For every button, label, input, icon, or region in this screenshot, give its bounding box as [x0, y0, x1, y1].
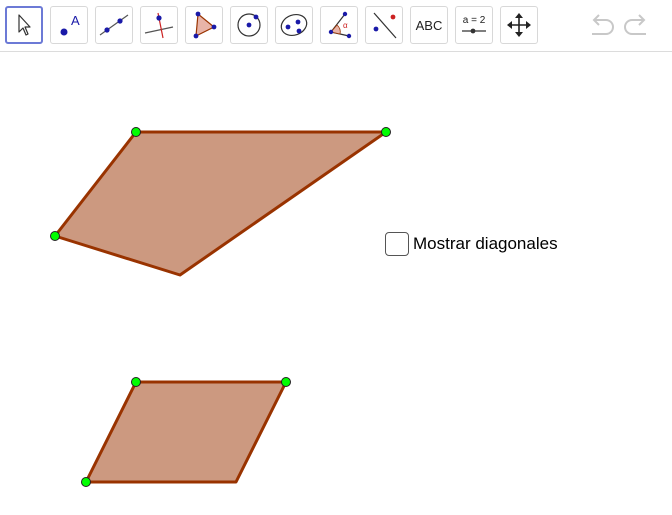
point-icon: A — [60, 13, 80, 36]
redo-icon — [624, 14, 646, 35]
text-tool-label: ABC — [415, 17, 443, 33]
vertex-point[interactable] — [131, 127, 141, 137]
angle-tool-button[interactable]: α — [320, 6, 358, 44]
checkbox-box[interactable] — [385, 232, 409, 256]
slider-icon: a = 2 — [461, 16, 487, 34]
checkbox-label: Mostrar diagonales — [413, 234, 558, 253]
move-arrows-icon — [507, 13, 531, 37]
text-tool-button[interactable]: ABC — [410, 6, 448, 44]
line-through-points-icon — [99, 14, 129, 36]
angle-icon: α — [328, 11, 352, 39]
circle-center-point-icon — [237, 13, 261, 37]
polygon-icon — [193, 11, 217, 39]
undo-button[interactable] — [586, 12, 616, 38]
slider-tool-label: a = 2 — [462, 15, 486, 26]
slider-tool-button[interactable]: a = 2 — [455, 6, 493, 44]
move-tool-button[interactable] — [5, 6, 43, 44]
toolbar: A α ABC a = 2 — [0, 0, 672, 52]
reflect-about-line-icon — [373, 12, 397, 39]
undo-icon — [592, 14, 614, 35]
graphics-view[interactable] — [0, 52, 672, 515]
vertex-point[interactable] — [81, 477, 91, 487]
show-diagonals-checkbox[interactable]: Mostrar diagonales — [385, 232, 558, 256]
point-tool-label: A — [71, 13, 80, 28]
ellipse-icon — [280, 14, 308, 36]
vertex-point[interactable] — [131, 377, 141, 387]
parallelogram-lower[interactable] — [84, 380, 288, 484]
perpendicular-line-tool-button[interactable] — [140, 6, 178, 44]
point-tool-button[interactable]: A — [50, 6, 88, 44]
vertex-point[interactable] — [50, 231, 60, 241]
perpendicular-line-icon — [144, 12, 174, 39]
conic-tool-button[interactable] — [275, 6, 313, 44]
arrow-pointer-icon — [18, 14, 31, 36]
reflect-tool-button[interactable] — [365, 6, 403, 44]
vertex-point[interactable] — [281, 377, 291, 387]
redo-button[interactable] — [622, 12, 652, 38]
circle-tool-button[interactable] — [230, 6, 268, 44]
polygon-tool-button[interactable] — [185, 6, 223, 44]
vertex-point[interactable] — [381, 127, 391, 137]
angle-tool-label: α — [343, 21, 348, 30]
move-graphics-view-tool-button[interactable] — [500, 6, 538, 44]
line-tool-button[interactable] — [95, 6, 133, 44]
quadrilateral-upper[interactable] — [53, 130, 388, 277]
